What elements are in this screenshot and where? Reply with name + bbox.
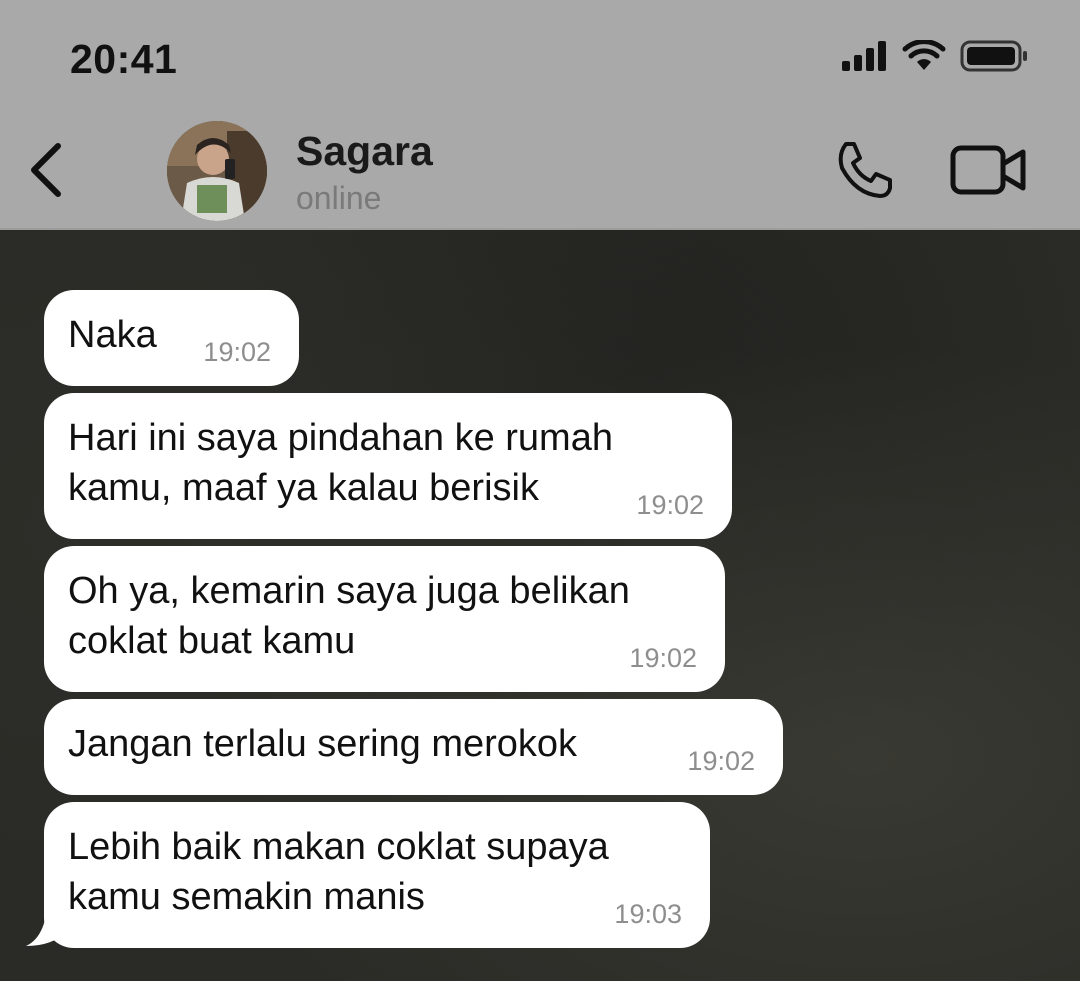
avatar-photo <box>167 121 267 221</box>
message-time: 19:03 <box>614 899 682 929</box>
video-camera-icon <box>950 145 1026 195</box>
message-text: Hari ini saya pindahan ke rumah kamu, ma… <box>68 417 613 509</box>
chat-header: 20:41 Sagara online <box>0 0 1080 230</box>
contact-name[interactable]: Sagara <box>296 128 433 175</box>
message-time: 19:02 <box>203 337 271 367</box>
contact-status: online <box>296 180 382 216</box>
message-text: Oh ya, kemarin saya juga belikan coklat … <box>68 570 630 662</box>
message-bubble[interactable]: Lebih baik makan coklat supaya kamu sema… <box>44 802 710 948</box>
message-bubble[interactable]: Oh ya, kemarin saya juga belikan coklat … <box>44 546 725 692</box>
wifi-icon <box>902 40 946 70</box>
message-bubble[interactable]: Jangan terlalu sering merokok 19:02 <box>44 699 783 795</box>
message-text: Jangan terlalu sering merokok <box>68 723 578 765</box>
chat-screen: 20:41 Sagara online Naka 19:02 Hari ini … <box>0 0 1080 981</box>
battery-full-icon <box>960 40 1027 72</box>
message-bubble[interactable]: Hari ini saya pindahan ke rumah kamu, ma… <box>44 393 732 539</box>
message-text: Lebih baik makan coklat supaya kamu sema… <box>68 826 609 918</box>
message-time: 19:02 <box>636 490 704 520</box>
message-time: 19:02 <box>629 643 697 673</box>
cellular-signal-icon <box>842 41 886 71</box>
video-call-button[interactable] <box>950 144 1028 196</box>
chevron-left-icon <box>31 143 61 197</box>
status-time: 20:41 <box>70 36 178 82</box>
status-icons <box>842 38 1030 74</box>
message-time: 19:02 <box>687 746 755 776</box>
contact-avatar[interactable] <box>167 121 267 221</box>
phone-icon <box>838 142 892 198</box>
voice-call-button[interactable] <box>832 138 896 202</box>
message-bubble[interactable]: Naka 19:02 <box>44 290 299 386</box>
back-button[interactable] <box>20 140 70 200</box>
